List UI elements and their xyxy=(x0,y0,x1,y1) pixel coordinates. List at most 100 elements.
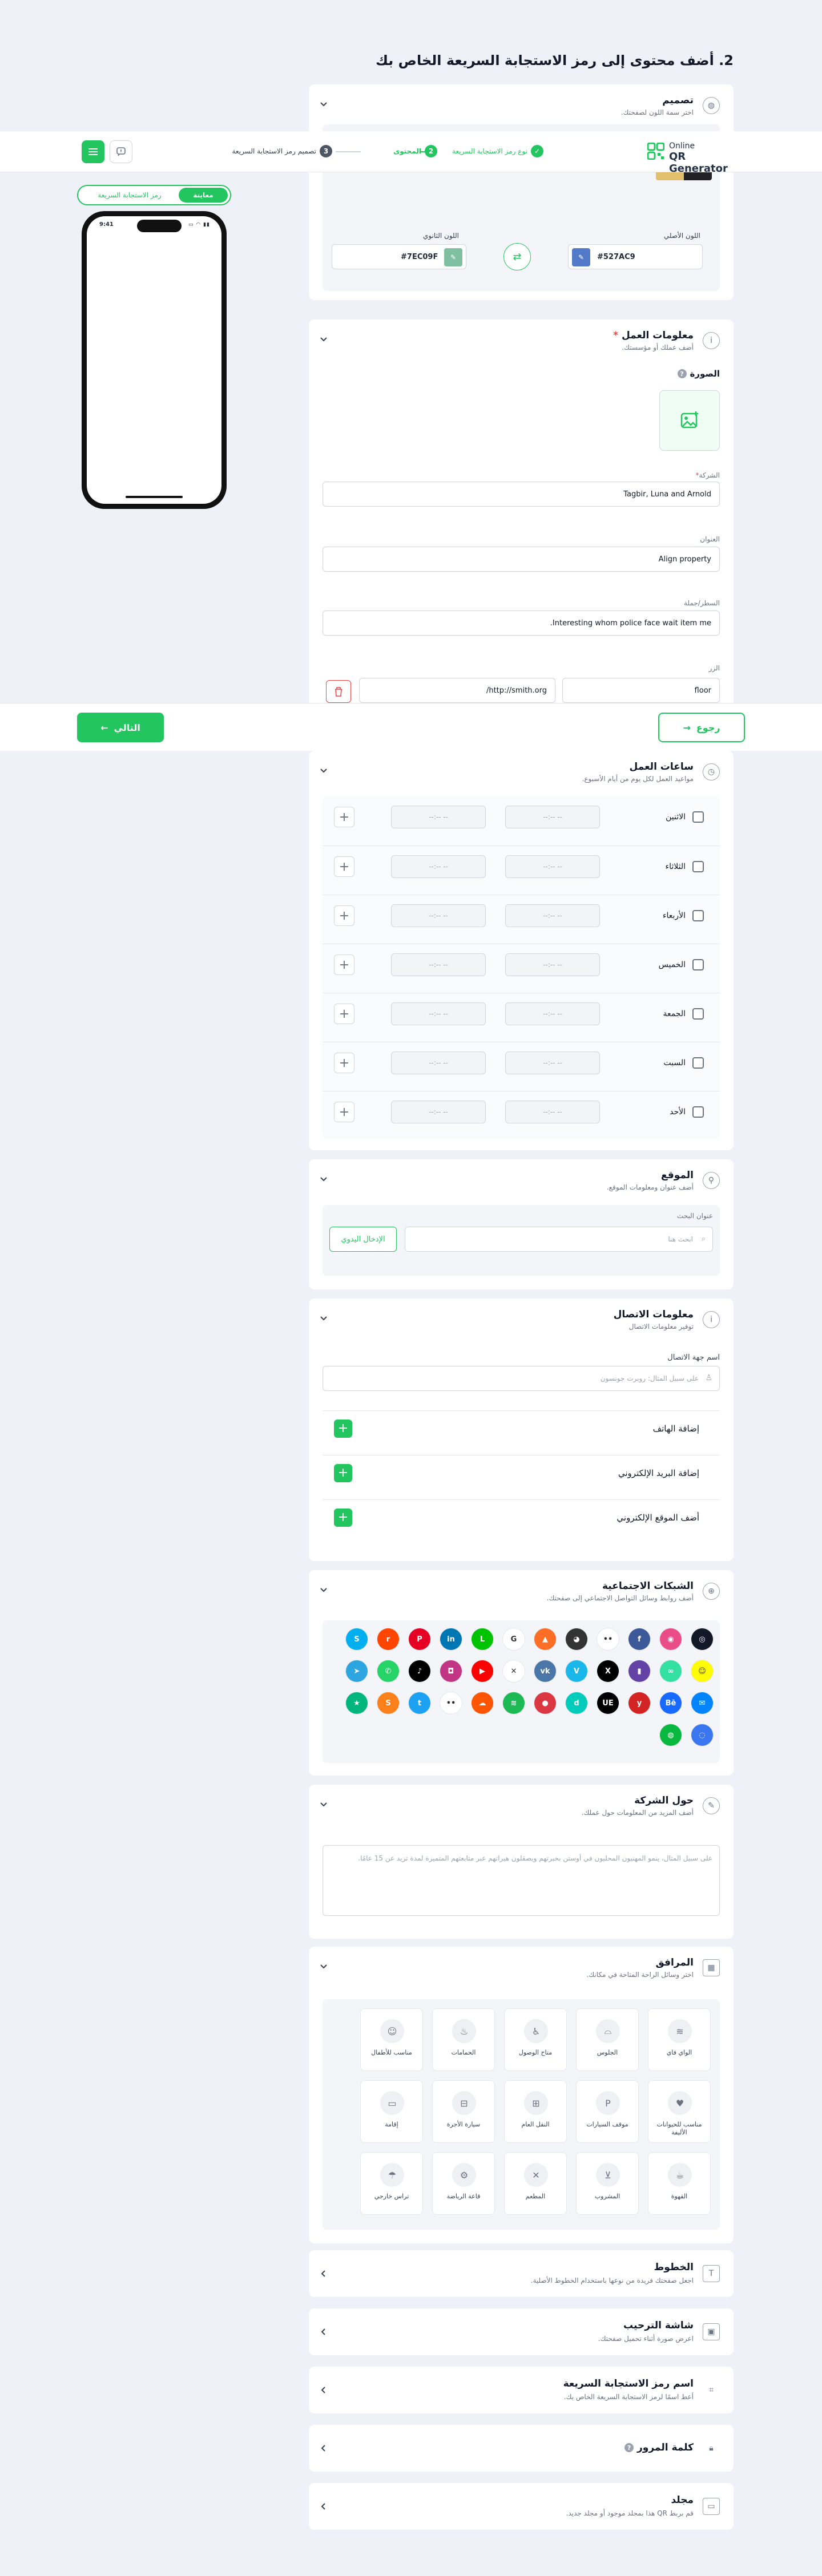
facebook-icon[interactable]: f xyxy=(628,1628,650,1650)
snapchat-icon[interactable]: ☺ xyxy=(691,1660,713,1682)
whatsapp-icon[interactable]: ✆ xyxy=(377,1660,399,1682)
image-upload[interactable] xyxy=(659,390,720,451)
uber-eats-icon[interactable]: UE xyxy=(597,1692,619,1714)
linkedin-icon[interactable]: in xyxy=(440,1628,462,1650)
telegram-icon[interactable]: ➤ xyxy=(346,1660,368,1682)
facility-item[interactable]: ⚙ قاعة الرياضة xyxy=(432,2152,495,2215)
day-checkbox[interactable] xyxy=(692,1057,704,1069)
about-textarea[interactable]: على سبيل المثال، ينمو المهنيون المحليون … xyxy=(323,1845,720,1916)
qr-name-section[interactable]: ⌗ اسم رمز الاستجابة السريعة أعط اسمًا لر… xyxy=(309,2367,734,2413)
close-time-input[interactable]: --:-- -- xyxy=(391,855,486,878)
pinterest-icon[interactable]: P xyxy=(409,1628,430,1650)
tripadvisor-icon[interactable]: ∞ xyxy=(660,1660,682,1682)
close-time-input[interactable]: --:-- -- xyxy=(391,1002,486,1025)
tagline-input[interactable]: Interesting whom police face wait item m… xyxy=(323,610,720,636)
close-time-input[interactable]: --:-- -- xyxy=(391,953,486,976)
instagram-icon[interactable]: ◘ xyxy=(440,1660,462,1682)
yelp-icon[interactable]: y xyxy=(628,1692,650,1714)
open-time-input[interactable]: --:-- -- xyxy=(505,1052,600,1074)
location-search-input[interactable]: ⌕ ابحث هنا xyxy=(405,1227,713,1252)
line-icon[interactable]: L xyxy=(472,1628,493,1650)
facility-item[interactable]: ✕ المطعم xyxy=(504,2152,567,2215)
add-hours-button[interactable]: + xyxy=(334,807,354,827)
facility-item[interactable]: ≋ الواي فاي xyxy=(648,2008,711,2071)
button-url-input[interactable]: http://smith.org/ xyxy=(359,678,555,703)
xing-icon[interactable]: ✕ xyxy=(503,1660,525,1682)
google-icon[interactable]: G xyxy=(503,1628,525,1650)
skype-icon[interactable]: S xyxy=(346,1628,368,1650)
behance-icon[interactable]: Bē xyxy=(660,1692,682,1714)
add-email-row[interactable]: إضافة البريد الإلكتروني + xyxy=(323,1455,720,1490)
add-website-row[interactable]: أضف الموقع الإلكتروني + xyxy=(323,1499,720,1535)
contact-section-header[interactable]: i معلومات الاتصال توفير معلومات الاتصال xyxy=(309,1299,734,1338)
contact-name-input[interactable]: ♙ على سبيل المثال: روبرت جونسون xyxy=(323,1366,720,1391)
add-phone-button[interactable]: + xyxy=(334,1419,352,1438)
facility-item[interactable]: ♥ مناسب للحيوانات الأليفة xyxy=(648,2080,711,2143)
about-section-header[interactable]: ✎ حول الشركة أضف المزيد من المعلومات حول… xyxy=(309,1785,734,1825)
soundcloud-icon[interactable]: ☁ xyxy=(472,1692,493,1714)
company-input[interactable]: Tagbir, Luna and Arnold xyxy=(323,482,720,507)
medium-icon[interactable]: •• xyxy=(440,1692,462,1714)
deliveroo-icon[interactable]: d xyxy=(566,1692,587,1714)
day-checkbox[interactable] xyxy=(692,1008,704,1020)
tiktok-icon[interactable]: ♪ xyxy=(409,1660,430,1682)
open-time-input[interactable]: --:-- -- xyxy=(505,806,600,828)
day-checkbox[interactable] xyxy=(692,1106,704,1118)
add-hours-button[interactable]: + xyxy=(334,1004,354,1024)
facility-item[interactable]: ♨ الحمامات xyxy=(432,2008,495,2071)
swiggy-icon[interactable]: S xyxy=(377,1692,399,1714)
menu-button[interactable] xyxy=(82,140,104,163)
step-1[interactable]: ✓ نوع رمز الاستجابة السريعة xyxy=(452,145,543,157)
close-time-input[interactable]: --:-- -- xyxy=(391,806,486,828)
delete-button[interactable] xyxy=(326,680,351,703)
facility-item[interactable]: ▭ إقامة xyxy=(360,2080,423,2143)
open-time-input[interactable]: --:-- -- xyxy=(505,1101,600,1123)
dribbble-icon[interactable]: ◉ xyxy=(660,1628,682,1650)
twitter-icon[interactable]: t xyxy=(409,1692,430,1714)
feedback-button[interactable] xyxy=(110,140,132,163)
facility-item[interactable]: ☕ القهوة xyxy=(648,2152,711,2215)
add-hours-button[interactable]: + xyxy=(334,1102,354,1122)
x-icon[interactable]: X xyxy=(597,1660,619,1682)
signal-icon[interactable]: ◌ xyxy=(691,1724,713,1746)
close-time-input[interactable]: --:-- -- xyxy=(391,904,486,927)
back-button[interactable]: رجوع → xyxy=(658,713,745,742)
day-checkbox[interactable] xyxy=(692,910,704,921)
facility-item[interactable]: ☂ تراس خارجي xyxy=(360,2152,423,2215)
location-section-header[interactable]: ⚲ الموقع أضف عنوان ومعلومات الموقع. xyxy=(309,1159,734,1199)
add-email-button[interactable]: + xyxy=(334,1463,352,1482)
step-2[interactable]: 2 المحتوى xyxy=(393,145,437,157)
social-section-header[interactable]: ⊕ الشبكات الاجتماعية أضف روابط وسائل الت… xyxy=(309,1570,734,1610)
secondary-color-swatch[interactable]: ✎ xyxy=(444,248,462,266)
preview-tab[interactable]: معاينة xyxy=(179,188,228,203)
facility-item[interactable]: ⊻ المشروب xyxy=(576,2152,639,2215)
business-section-header[interactable]: i معلومات العمل * أضف عملك أو مؤسستك. xyxy=(309,320,734,359)
close-time-input[interactable]: --:-- -- xyxy=(391,1052,486,1074)
welcome-section[interactable]: ▣ شاشة الترحيب اعرض صورة أثناء تحميل صفح… xyxy=(309,2308,734,2355)
facility-item[interactable]: ☺ مناسب للأطفال xyxy=(360,2008,423,2071)
add-phone-row[interactable]: إضافة الهاتف + xyxy=(323,1410,720,1446)
open-time-input[interactable]: --:-- -- xyxy=(505,1002,600,1025)
facility-item[interactable]: ⊞ النقل العام xyxy=(504,2080,567,2143)
twitch-icon[interactable]: ▮ xyxy=(628,1660,650,1682)
youtube-icon[interactable]: ▶ xyxy=(472,1660,493,1682)
gitlab-icon[interactable]: ▲ xyxy=(534,1628,556,1650)
add-hours-button[interactable]: + xyxy=(334,856,354,877)
qr-code-tab[interactable]: رمز الاستجابة السريعة xyxy=(84,188,175,203)
facility-item[interactable]: ♿ متاح الوصول xyxy=(504,2008,567,2071)
wechat-icon[interactable]: ◍ xyxy=(660,1724,682,1746)
secondary-color-field[interactable]: ✎ #7EC09F xyxy=(332,244,466,269)
open-time-input[interactable]: --:-- -- xyxy=(505,904,600,927)
add-hours-button[interactable]: + xyxy=(334,905,354,926)
day-checkbox[interactable] xyxy=(692,811,704,823)
open-time-input[interactable]: --:-- -- xyxy=(505,953,600,976)
opentable-icon[interactable]: ● xyxy=(534,1692,556,1714)
hours-section-header[interactable]: ◷ ساعات العمل مواعيد العمل لكل يوم من أي… xyxy=(309,751,734,791)
primary-color-field[interactable]: ✎ #527AC9 xyxy=(568,244,703,269)
vk-icon[interactable]: vk xyxy=(534,1660,556,1682)
facility-item[interactable]: ⊟ سيارة الأجرة xyxy=(432,2080,495,2143)
day-checkbox[interactable] xyxy=(692,959,704,970)
day-checkbox[interactable] xyxy=(692,861,704,872)
facility-item[interactable]: P موقف السيارات xyxy=(576,2080,639,2143)
add-hours-button[interactable]: + xyxy=(334,955,354,975)
